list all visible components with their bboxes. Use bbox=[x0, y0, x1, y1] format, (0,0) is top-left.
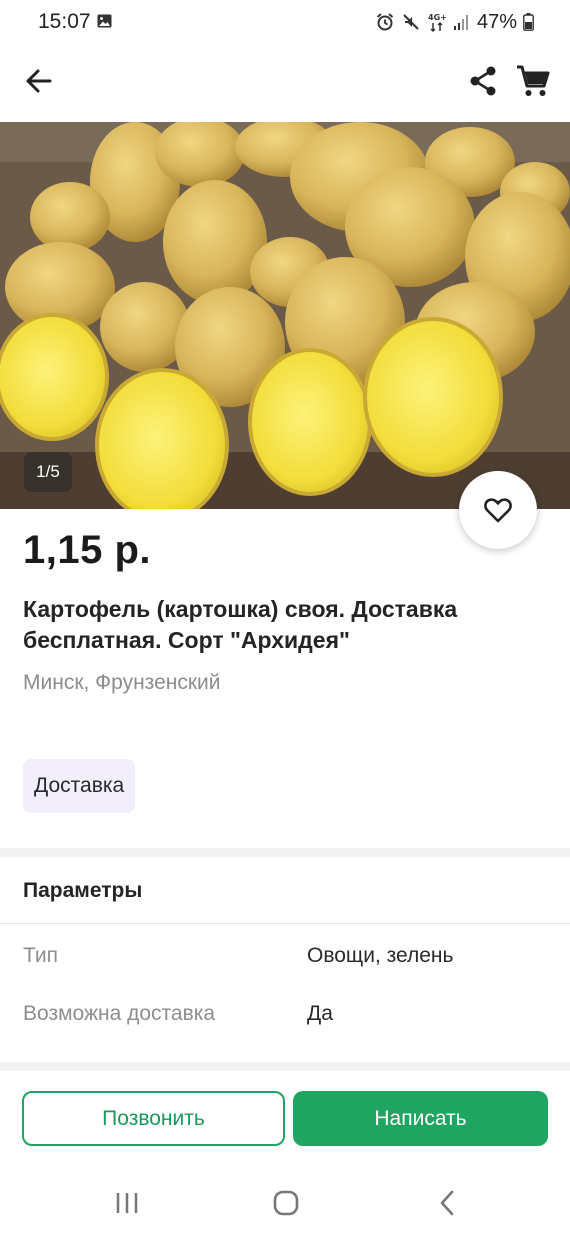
gallery-notification-icon bbox=[97, 14, 112, 28]
params-heading: Параметры bbox=[23, 879, 143, 902]
param-value-type: Овощи, зелень bbox=[307, 944, 454, 967]
cart-icon[interactable] bbox=[515, 64, 551, 98]
status-time: 15:07 bbox=[38, 10, 91, 33]
status-icons: 4G+ 47% bbox=[375, 9, 534, 35]
alarm-icon bbox=[376, 13, 394, 31]
call-button[interactable]: Позвонить bbox=[22, 1091, 285, 1146]
battery-percent: 47% bbox=[476, 10, 517, 33]
toolbar bbox=[0, 52, 570, 116]
mute-icon bbox=[403, 14, 419, 30]
param-label-type: Тип bbox=[23, 944, 59, 967]
heart-icon bbox=[484, 498, 512, 523]
write-button[interactable]: Написать bbox=[293, 1091, 548, 1146]
nav-back-icon[interactable] bbox=[434, 1188, 460, 1218]
battery-icon bbox=[523, 13, 534, 31]
network-type-label: 4G+ bbox=[428, 13, 447, 22]
arrow-left-icon[interactable] bbox=[22, 64, 56, 98]
product-photo[interactable] bbox=[0, 122, 570, 509]
delivery-tag[interactable]: Доставка bbox=[23, 759, 136, 813]
product-location: Минск, Фрунзенский bbox=[23, 671, 221, 694]
potatoes-image bbox=[0, 122, 570, 509]
param-label-delivery: Возможна доставка bbox=[23, 1002, 216, 1025]
signal-icon bbox=[453, 15, 468, 30]
status-bar: 15:07 4G+ 47% bbox=[0, 0, 570, 46]
section-divider bbox=[0, 1062, 570, 1071]
param-value-delivery: Да bbox=[307, 1002, 333, 1025]
home-icon[interactable] bbox=[271, 1188, 301, 1218]
share-icon[interactable] bbox=[466, 64, 500, 98]
section-divider bbox=[0, 848, 570, 857]
product-title: Картофель (картошка) своя. Доставка бесп… bbox=[23, 596, 458, 653]
image-counter: 1/5 bbox=[24, 452, 72, 492]
params-divider bbox=[0, 923, 570, 924]
recent-apps-icon[interactable] bbox=[113, 1190, 141, 1216]
system-nav-bar bbox=[0, 1170, 570, 1235]
product-price: 1,15 р. bbox=[23, 528, 152, 572]
favorite-button[interactable] bbox=[459, 471, 537, 549]
network-4g-icon: 4G+ bbox=[428, 13, 447, 33]
